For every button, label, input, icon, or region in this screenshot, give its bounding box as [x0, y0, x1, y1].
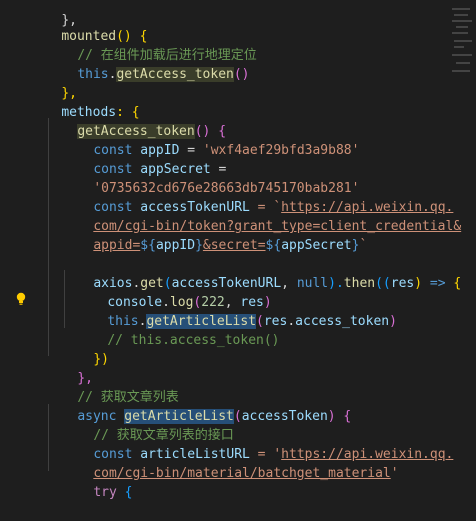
- code-line: const appSecret =: [93, 162, 227, 177]
- code-line: },: [77, 371, 93, 386]
- code-line: methods: {: [61, 105, 140, 120]
- code-line: appid=${appID}&secret=${appSecret}`: [93, 238, 368, 253]
- code-line: async getArticleList(accessToken) {: [77, 409, 352, 424]
- code-line: axios.get(accessTokenURL, null).then((re…: [93, 276, 462, 291]
- code-line: console.log(222, res): [107, 295, 272, 310]
- code-line: }): [93, 352, 109, 367]
- code-line: const articleListURL = 'https://api.weix…: [93, 447, 454, 462]
- lightbulb-icon[interactable]: [15, 292, 27, 306]
- code-line: this.getArticleList(res.access_token): [107, 314, 397, 329]
- code-line: },: [61, 86, 77, 101]
- code-line: const accessTokenURL = `https://api.weix…: [93, 200, 454, 215]
- code-line: this.getAccess_token(): [77, 67, 250, 82]
- code-link[interactable]: com/cgi-bin/token?grant_type=client_cred…: [62, 198, 461, 234]
- code-editor[interactable]: }, mounted() { // 在组件加载后进行地理定位 this.getA…: [0, 0, 476, 500]
- code-comment: // 获取文章列表的接口: [93, 428, 234, 443]
- code-comment: // this.access_token(): [107, 333, 280, 348]
- code-line: try {: [93, 485, 133, 500]
- code-comment: // 获取文章列表: [77, 390, 179, 405]
- minimap[interactable]: [448, 0, 476, 120]
- code-line: getAccess_token() {: [77, 124, 227, 139]
- code-line: '0735632cd676e28663db745170bab281': [93, 181, 360, 196]
- code-line: mounted() {: [61, 29, 148, 44]
- code-link[interactable]: com/cgi-bin/material/batchget_material': [62, 445, 398, 481]
- code-line: const appID = 'wxf4aef29bfd3a9b88': [93, 143, 360, 158]
- code-comment: // 在组件加载后进行地理定位: [77, 48, 257, 63]
